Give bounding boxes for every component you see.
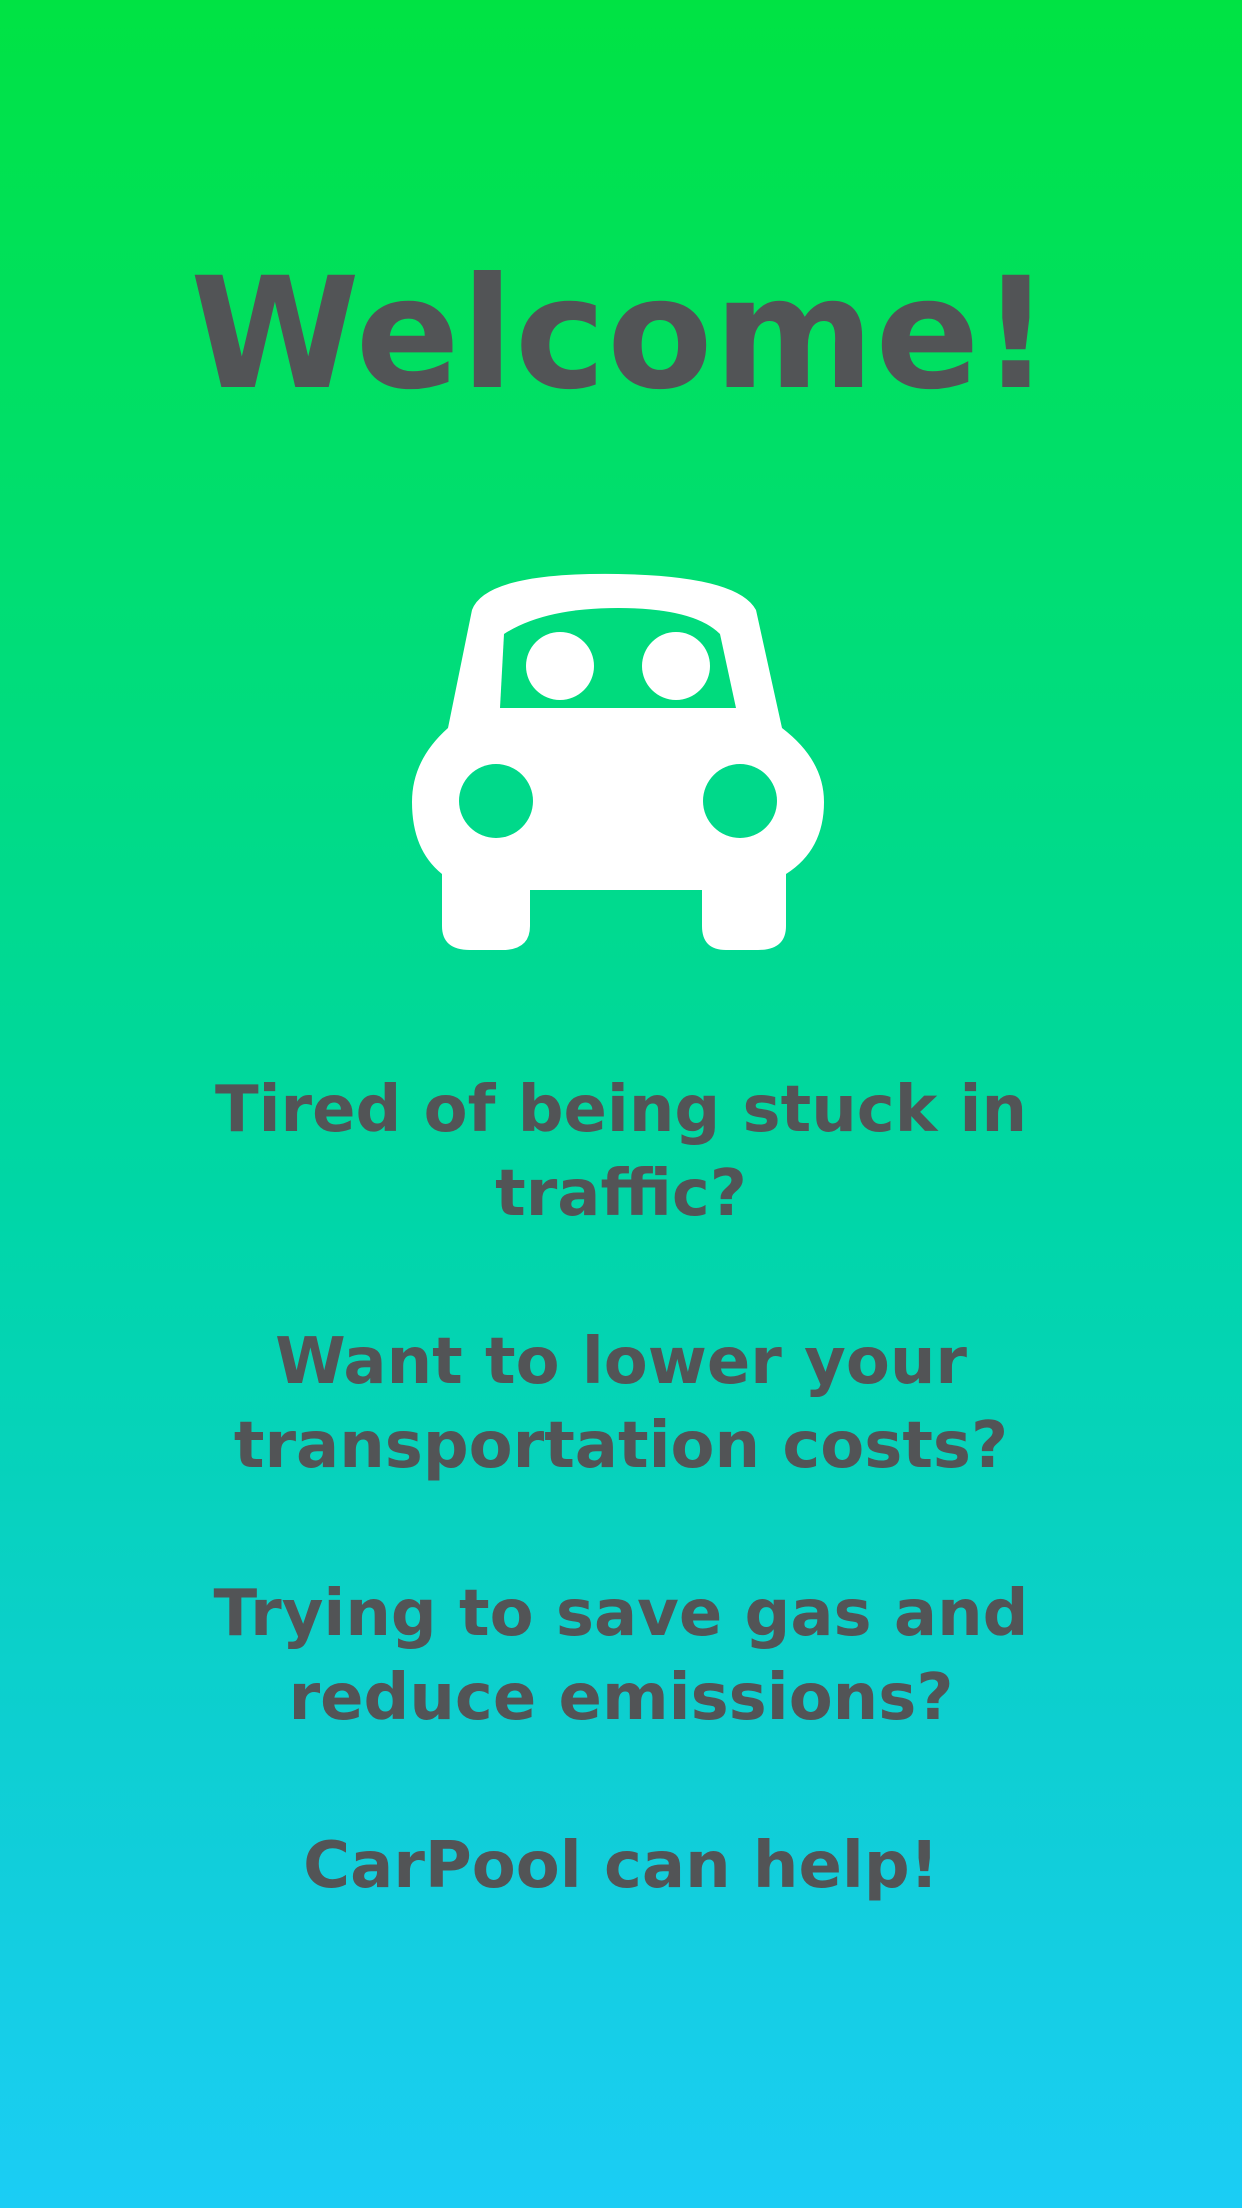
intro-messages: Tired of being stuck in traffic? Want to… bbox=[190, 1068, 1052, 1908]
message-costs: Want to lower your transportation costs? bbox=[233, 1325, 1009, 1483]
message-emissions: Trying to save gas and reduce emissions? bbox=[213, 1577, 1029, 1735]
car-icon bbox=[412, 573, 824, 950]
welcome-title: Welcome! bbox=[190, 245, 1052, 424]
message-traffic: Tired of being stuck in traffic? bbox=[214, 1073, 1028, 1231]
welcome-screen: Welcome! Tired of being stuck in traffic… bbox=[0, 0, 1242, 2208]
message-carpool: CarPool can help! bbox=[303, 1829, 939, 1903]
